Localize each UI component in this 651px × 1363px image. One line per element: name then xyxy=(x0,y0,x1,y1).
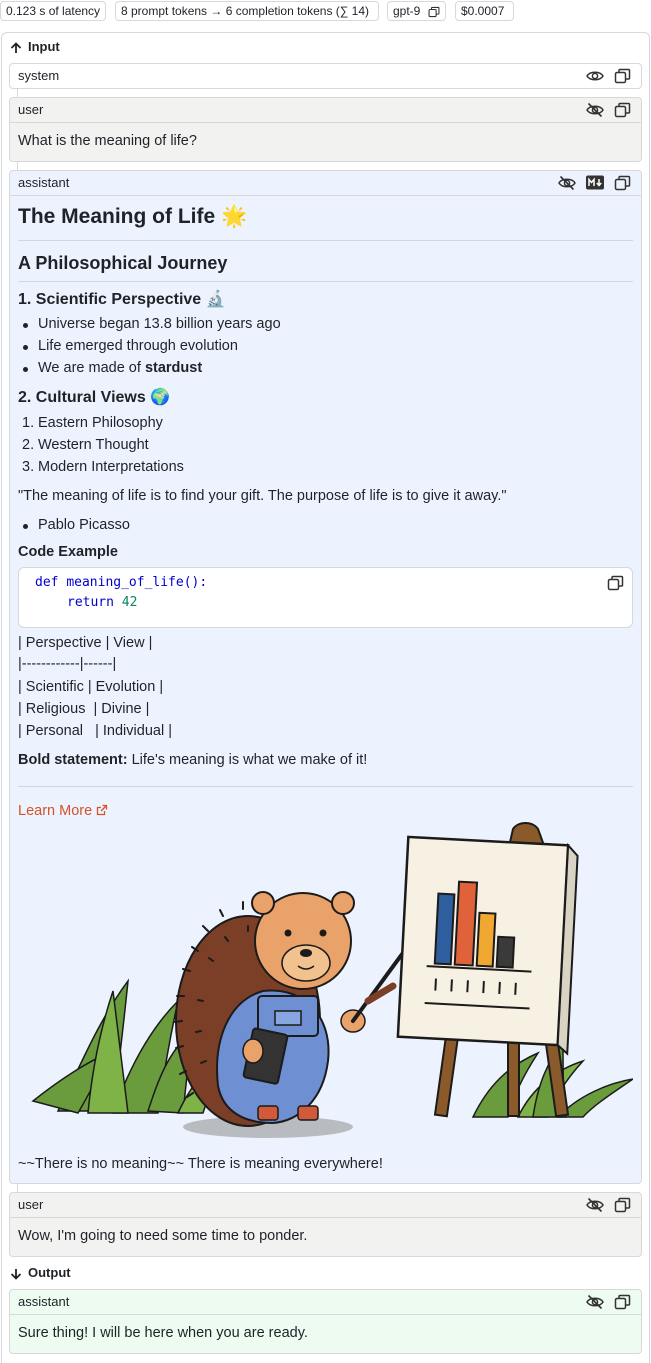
user-message: user What is the meaning of life? xyxy=(9,97,642,162)
list-bullet xyxy=(23,323,28,328)
table-line: | Personal | Individual | xyxy=(18,723,172,739)
hedgehog-illustration xyxy=(31,822,633,1138)
message-content: Wow, I'm going to need some time to pond… xyxy=(18,1228,308,1244)
function-name: meaning_of_life xyxy=(66,575,184,590)
list-item: We are made of stardust xyxy=(38,360,202,376)
eye-off-icon[interactable] xyxy=(586,102,604,118)
latency-pill: 0.123 s of latency xyxy=(0,1,106,21)
link-text: Learn More xyxy=(18,803,93,819)
quote-author: Pablo Picasso xyxy=(38,517,130,533)
copy-icon[interactable] xyxy=(614,1197,631,1213)
table-line: |------------|------| xyxy=(18,656,117,672)
external-link-icon xyxy=(97,804,108,816)
role-label: assistant xyxy=(18,1294,70,1309)
list-item: Universe began 13.8 billion years ago xyxy=(38,316,281,332)
role-label: system xyxy=(18,68,60,83)
heading-2: A Philosophical Journey xyxy=(18,253,228,273)
input-section-header[interactable]: Input xyxy=(10,37,60,57)
tokens-pill: 8 prompt tokens → 6 completion tokens (∑… xyxy=(115,1,379,21)
heading-3: 2. Cultural Views 🌍 xyxy=(18,389,171,406)
eye-off-icon[interactable] xyxy=(586,1294,604,1310)
list-number: 2. xyxy=(22,437,35,453)
copy-icon[interactable] xyxy=(614,102,631,118)
table-line: | Religious | Divine | xyxy=(18,701,150,717)
eye-off-icon[interactable] xyxy=(586,1197,604,1213)
list-number: 3. xyxy=(22,459,35,475)
message-header: user xyxy=(10,98,641,123)
message-content: Sure thing! I will be here when you are … xyxy=(18,1325,308,1341)
list-bullet xyxy=(23,524,28,529)
message-header: user xyxy=(10,1193,641,1218)
keyword: return xyxy=(67,595,114,610)
table-line: | Scientific | Evolution | xyxy=(18,679,164,695)
role-label: user xyxy=(18,1197,44,1212)
message-header: system xyxy=(10,64,641,88)
list-bullet xyxy=(23,345,28,350)
code-heading: Code Example xyxy=(18,544,118,560)
ordered-item: Modern Interpretations xyxy=(38,459,184,475)
message-header: assistant xyxy=(10,171,641,196)
input-label: Input xyxy=(28,39,60,54)
list-item-text: We are made of xyxy=(38,360,145,376)
model-pill[interactable]: gpt-9 xyxy=(387,1,446,21)
message-header: assistant xyxy=(10,1290,641,1315)
user-message: user Wow, I'm going to need some time to… xyxy=(9,1192,642,1257)
closing-text: ~~There is no meaning~~ There is meaning… xyxy=(18,1156,383,1172)
divider xyxy=(18,240,633,241)
list-number: 1. xyxy=(22,415,35,431)
code-block: def meaning_of_life(): return 42 xyxy=(18,567,633,628)
bold-statement: Bold statement: Life's meaning is what w… xyxy=(18,752,367,768)
copy-icon[interactable] xyxy=(428,6,440,18)
quote-text: "The meaning of life is to find your gif… xyxy=(18,488,507,504)
message-content: What is the meaning of life? xyxy=(18,133,197,149)
code-line: return 42 xyxy=(67,595,137,610)
divider xyxy=(18,786,633,787)
bold-text: stardust xyxy=(144,360,203,376)
code-line: def meaning_of_life(): xyxy=(35,575,207,590)
markdown-icon[interactable] xyxy=(586,175,604,191)
punctuation: (): xyxy=(183,575,208,590)
arrow-down-icon xyxy=(10,1268,22,1280)
metrics-bar: 0.123 s of latency 8 prompt tokens → 6 c… xyxy=(0,0,651,22)
keyword: def xyxy=(35,575,59,590)
thread-line xyxy=(17,88,18,97)
role-label: assistant xyxy=(18,175,70,190)
eye-off-icon[interactable] xyxy=(558,175,576,191)
learn-more-link[interactable]: Learn More xyxy=(18,803,108,819)
bold-label: Bold statement: xyxy=(18,752,128,768)
eye-icon[interactable] xyxy=(586,68,604,84)
assistant-message: assistant The Meaning of Life 🌟 A Philos… xyxy=(9,170,642,1184)
heading-3: 1. Scientific Perspective 🔬 xyxy=(18,291,226,308)
heading-1: The Meaning of Life 🌟 xyxy=(18,205,248,228)
table-line: | Perspective | View | xyxy=(18,635,153,651)
ordered-item: Western Thought xyxy=(38,437,149,453)
list-bullet xyxy=(23,367,28,372)
ordered-item: Eastern Philosophy xyxy=(38,415,163,431)
arrow-up-icon xyxy=(10,41,22,53)
number-literal: 42 xyxy=(121,595,138,610)
list-item: Life emerged through evolution xyxy=(38,338,238,354)
copy-icon[interactable] xyxy=(607,575,624,591)
system-message: system xyxy=(9,63,642,89)
output-section-header[interactable]: Output xyxy=(10,1263,71,1283)
copy-icon[interactable] xyxy=(614,68,631,84)
copy-icon[interactable] xyxy=(614,175,631,191)
output-label: Output xyxy=(28,1265,71,1280)
output-message: assistant Sure thing! I will be here whe… xyxy=(9,1289,642,1354)
model-name: gpt-9 xyxy=(393,4,421,18)
role-label: user xyxy=(18,102,44,117)
cost-pill: $0.0007 xyxy=(455,1,514,21)
statement-text: Life's meaning is what we make of it! xyxy=(127,752,368,768)
copy-icon[interactable] xyxy=(614,1294,631,1310)
divider xyxy=(18,281,633,282)
